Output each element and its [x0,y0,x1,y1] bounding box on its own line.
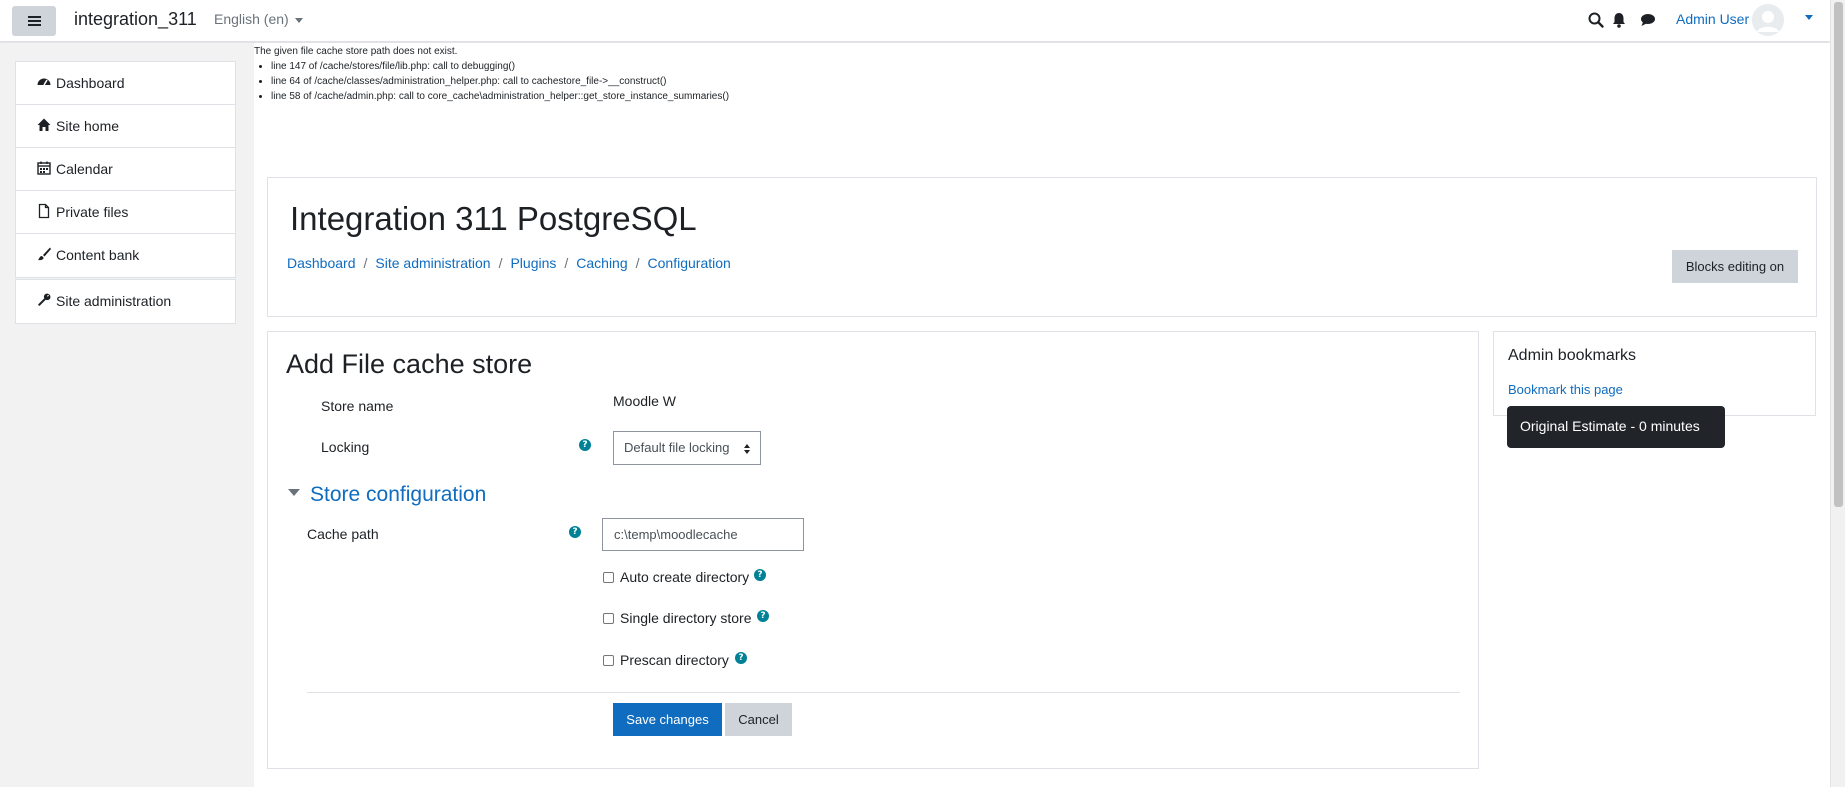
auto-create-directory-label: Auto create directory [620,569,750,585]
nav-item-label: Private files [56,204,129,220]
page-header: Integration 311 PostgreSQL Dashboard / S… [267,177,1817,317]
nav-item-dashboard[interactable]: Dashboard [16,62,235,105]
breadcrumb-configuration[interactable]: Configuration [648,255,731,271]
scrollbar-thumb[interactable] [1834,2,1843,507]
search-icon[interactable] [1586,10,1606,30]
bell-icon[interactable] [1609,10,1629,30]
admin-bookmarks-block: Admin bookmarks Bookmark this page [1493,331,1816,416]
nav-item-label: Calendar [56,161,113,177]
page-title: Integration 311 PostgreSQL [290,200,697,237]
home-icon [37,118,51,131]
tooltip: Original Estimate - 0 minutes [1507,406,1725,448]
nav-item-calendar[interactable]: Calendar [16,148,235,191]
chat-icon[interactable] [1638,10,1658,30]
locking-select[interactable]: Default file locking [613,431,761,465]
language-label: English (en) [214,11,289,27]
file-icon [38,203,50,219]
prescan-directory-label: Prescan directory [620,652,729,668]
top-navbar: integration_311 English (en) Admin User [0,0,1830,42]
help-icon[interactable]: ? [754,569,766,581]
dashboard-icon [37,78,51,86]
user-menu-name[interactable]: Admin User [1676,11,1749,27]
help-icon[interactable]: ? [579,439,591,451]
calendar-icon [37,161,51,175]
debug-backtrace-line: line 147 of /cache/stores/file/lib.php: … [271,59,729,74]
debug-backtrace-line: line 64 of /cache/classes/administration… [271,74,729,89]
debug-backtrace: line 147 of /cache/stores/file/lib.php: … [271,59,729,104]
auto-create-directory-checkbox[interactable] [603,572,614,583]
breadcrumb: Dashboard / Site administration / Plugin… [287,255,731,271]
breadcrumb-separator: / [363,255,368,271]
page-scrollbar[interactable] [1830,0,1845,787]
nav-item-label: Site administration [56,293,172,309]
debug-message: The given file cache store path does not… [254,44,729,104]
nav-item-site-home[interactable]: Site home [16,105,235,148]
breadcrumb-separator: / [498,255,503,271]
section-store-configuration[interactable]: Store configuration [288,483,486,507]
nav-item-content-bank[interactable]: Content bank [16,234,235,277]
user-avatar-icon [1752,4,1784,36]
hamburger-icon [27,16,41,26]
breadcrumb-separator: / [635,255,640,271]
breadcrumb-dashboard[interactable]: Dashboard [287,255,356,271]
nav-item-private-files[interactable]: Private files [16,191,235,234]
section-title: Store configuration [310,483,487,506]
single-directory-store-checkbox[interactable] [603,613,614,624]
store-name-value: Moodle W [613,393,677,409]
single-directory-store-label: Single directory store [620,610,752,626]
breadcrumb-site-administration[interactable]: Site administration [375,255,490,271]
breadcrumb-plugins[interactable]: Plugins [510,255,556,271]
help-icon[interactable]: ? [735,652,747,664]
save-changes-button[interactable]: Save changes [613,703,722,736]
prescan-directory-checkbox[interactable] [603,655,614,666]
locking-label: Locking [321,439,370,455]
locking-select-value: Default file locking [624,440,730,455]
select-arrows-icon [744,444,750,454]
wrench-icon [38,293,51,306]
nav-item-label: Content bank [56,247,140,263]
language-menu[interactable]: English (en) [214,11,303,27]
bookmark-this-page-link[interactable]: Bookmark this page [1508,382,1623,397]
collapse-caret-icon [288,488,300,496]
user-menu-chevron-icon[interactable] [1805,15,1813,20]
store-name-label: Store name [321,398,394,414]
nav-drawer-main-group: Dashboard Site home Calendar Private fil… [15,61,236,278]
form-divider [307,692,1460,693]
breadcrumb-separator: / [564,255,569,271]
cancel-button[interactable]: Cancel [725,703,792,736]
cache-path-label: Cache path [307,526,379,542]
add-store-form: Add File cache store Store name Moodle W… [267,331,1479,769]
debug-message-text: The given file cache store path does not… [254,46,458,57]
breadcrumb-caching[interactable]: Caching [576,255,627,271]
help-icon[interactable]: ? [569,526,581,538]
nav-item-label: Site home [56,118,120,134]
debug-backtrace-line: line 58 of /cache/admin.php: call to cor… [271,89,729,104]
site-name[interactable]: integration_311 [74,9,197,30]
block-title: Admin bookmarks [1508,347,1637,364]
form-title: Add File cache store [286,349,533,379]
help-icon[interactable]: ? [757,610,769,622]
paintbrush-icon [38,247,51,261]
chevron-down-icon [294,17,303,23]
cache-path-input[interactable] [602,518,804,551]
drawer-toggle-button[interactable] [12,6,56,36]
avatar[interactable] [1752,4,1784,36]
blocks-editing-on-button[interactable]: Blocks editing on [1672,250,1798,283]
nav-item-site-administration[interactable]: Site administration [16,280,235,323]
nav-item-label: Dashboard [56,75,125,91]
nav-drawer-admin-group: Site administration [15,279,236,324]
